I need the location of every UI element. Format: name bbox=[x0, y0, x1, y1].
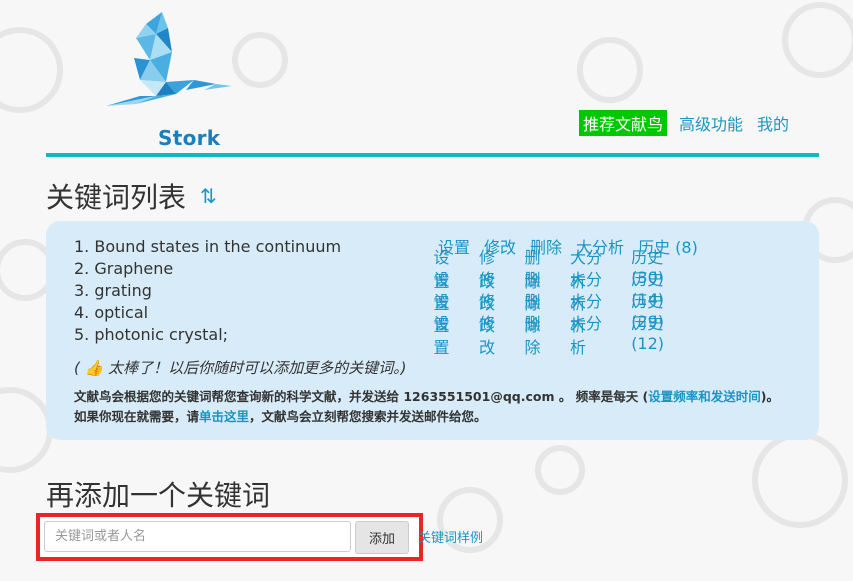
delivery-description: 文献鸟会根据您的关键词帮您查询新的科学文献，并发送给 1263551501@qq… bbox=[74, 387, 794, 427]
add-keyword-heading: 再添加一个关键词 bbox=[46, 479, 271, 512]
keyword-edit-link[interactable]: 修改 bbox=[479, 310, 510, 358]
keyword-input[interactable] bbox=[44, 521, 351, 552]
nav-item-mine[interactable]: 我的 bbox=[755, 110, 791, 136]
add-keyword-form: 添加 bbox=[36, 513, 423, 561]
brand-name: Stork bbox=[158, 126, 221, 150]
set-frequency-link[interactable]: 设置频率和发送时间 bbox=[648, 389, 761, 404]
keyword-name: 2. Graphene bbox=[74, 258, 174, 278]
keyword-history-link[interactable]: 历史 (12) bbox=[631, 310, 700, 358]
keyword-analysis-link[interactable]: 大分析 bbox=[570, 310, 617, 358]
keyword-row: 5. photonic crystal; 设置 修改 删除 大分析 历史 (12… bbox=[74, 314, 714, 357]
keyword-actions: 设置 修改 删除 大分析 历史 (12) bbox=[434, 310, 715, 358]
keyword-list: 1. Bound states in the continuum 设置 修改 删… bbox=[74, 235, 714, 358]
encouragement-note: ( 👍 太棒了！以后你随时可以添加更多的关键词。) bbox=[74, 359, 407, 377]
keyword-name: 4. optical bbox=[74, 302, 149, 322]
nav-item-recommend[interactable]: 推荐文献鸟 bbox=[578, 110, 667, 136]
keyword-name: 3. grating bbox=[74, 280, 152, 300]
nav-item-advanced[interactable]: 高级功能 bbox=[677, 110, 745, 136]
keyword-list-title: 关键词列表 bbox=[46, 181, 187, 214]
stork-bird-icon bbox=[106, 12, 232, 106]
desc-text: ，文献鸟会立刻帮您搜索并发送邮件给您。 bbox=[249, 409, 487, 424]
keyword-panel: 1. Bound states in the continuum 设置 修改 删… bbox=[46, 221, 819, 440]
click-here-link[interactable]: 单击这里 bbox=[199, 409, 249, 424]
page: Stork 推荐文献鸟 高级功能 我的 关键词列表 ⇅ 1. Bound sta… bbox=[36, 0, 819, 577]
stork-logo[interactable]: Stork bbox=[76, 10, 236, 150]
keyword-name: 1. Bound states in the continuum bbox=[74, 236, 342, 256]
add-button[interactable]: 添加 bbox=[355, 521, 409, 554]
top-nav: 推荐文献鸟 高级功能 我的 bbox=[578, 110, 791, 136]
keyword-samples-link[interactable]: 关键词样例 bbox=[418, 527, 483, 546]
keyword-settings-link[interactable]: 设置 bbox=[434, 310, 465, 358]
desc-text: 文献鸟会根据您的关键词帮您查询新的科学文献，并发送给 1263551501@qq… bbox=[74, 389, 649, 404]
keyword-delete-link[interactable]: 删除 bbox=[524, 310, 555, 358]
keyword-name: 5. photonic crystal; bbox=[74, 324, 229, 344]
sort-icon[interactable]: ⇅ bbox=[200, 184, 217, 208]
header-divider bbox=[46, 153, 819, 157]
keyword-list-heading: 关键词列表 ⇅ bbox=[46, 176, 217, 216]
